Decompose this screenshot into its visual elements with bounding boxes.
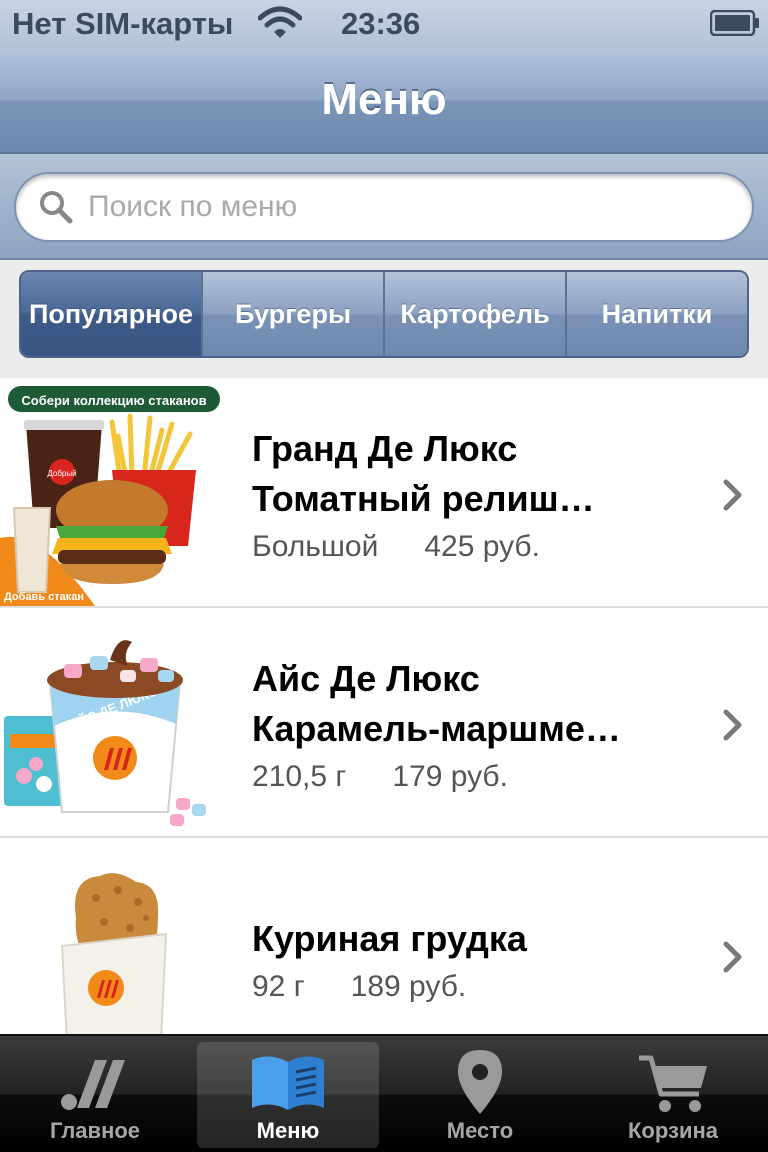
segment-drinks[interactable]: Напитки — [565, 272, 747, 356]
item-size: 210,5 г — [252, 760, 347, 793]
tab-cart[interactable]: Корзина — [582, 1042, 764, 1148]
cup-logo-text: Добрый — [47, 469, 76, 478]
promo-bottom-text: Добавь стакан — [4, 591, 84, 603]
battery-icon — [710, 10, 759, 36]
segment-fries[interactable]: Картофель — [383, 272, 565, 356]
search-bar — [0, 154, 768, 260]
segment-burgers[interactable]: Бургеры — [201, 272, 383, 356]
tab-menu[interactable]: Меню — [197, 1042, 379, 1148]
navigation-bar: Меню — [0, 48, 768, 154]
status-time: 23:36 — [341, 6, 421, 41]
menu-list: Собери коллекцию стаканов Добрый Добавь … — [0, 378, 768, 1068]
promo-top-text: Собери коллекцию стаканов — [21, 393, 206, 408]
search-input[interactable] — [88, 190, 708, 224]
status-bar: Нет SIM-карты 23:36 — [0, 0, 768, 48]
search-icon — [40, 191, 73, 224]
item-size: 92 г — [252, 970, 305, 1003]
wifi-icon — [258, 6, 302, 38]
item-name: Куриная грудка — [252, 918, 527, 959]
carrier-label: Нет SIM-карты — [12, 6, 234, 41]
chevron-right-icon — [723, 941, 742, 973]
combo-meal-image: Собери коллекцию стаканов Добрый Добавь … — [0, 386, 220, 606]
category-selector-area: Популярное Бургеры Картофель Напитки — [0, 260, 768, 378]
ice-cream-image: АЙС ДЕ ЛЮКС — [4, 640, 206, 826]
item-meta: Большой 425 руб. — [252, 530, 540, 564]
cart-icon — [639, 1055, 707, 1112]
item-name-line2: Карамель-маршме… — [252, 708, 621, 749]
location-pin-icon — [458, 1050, 502, 1114]
tab-cart-label: Корзина — [628, 1118, 718, 1143]
chevron-right-icon — [723, 479, 742, 511]
tab-home[interactable]: Главное — [4, 1042, 186, 1148]
item-price: 179 руб. — [392, 760, 508, 793]
chevron-right-icon — [723, 709, 742, 741]
menu-book-icon — [252, 1056, 324, 1110]
search-field[interactable] — [14, 172, 754, 242]
menu-item-grand-deluxe[interactable]: Собери коллекцию стаканов Добрый Добавь … — [0, 378, 768, 608]
category-segmented-control: Популярное Бургеры Картофель Напитки — [19, 270, 749, 358]
item-price: 425 руб. — [424, 530, 540, 563]
item-meta: 92 г 189 руб. — [252, 970, 466, 1004]
tab-menu-label: Меню — [256, 1118, 320, 1143]
item-size: Большой — [252, 530, 379, 563]
chicken-breast-image — [60, 873, 168, 1063]
segment-popular[interactable]: Популярное — [21, 272, 201, 356]
item-meta: 210,5 г 179 руб. — [252, 760, 508, 794]
item-name-line2: Томатный релиш… — [252, 478, 595, 519]
tab-location[interactable]: Место — [389, 1042, 571, 1148]
tab-bar: Главное Меню Место Корзина — [0, 1034, 768, 1152]
page-title: Меню — [321, 75, 447, 124]
item-name-line1: Гранд Де Люкс — [252, 428, 518, 469]
item-price: 189 руб. — [350, 970, 467, 1003]
tab-location-label: Место — [446, 1118, 514, 1143]
tab-home-label: Главное — [49, 1118, 141, 1143]
menu-item-ice-deluxe[interactable]: АЙС ДЕ ЛЮКС Айс Де Люкс Карамель-маршме…… — [0, 608, 768, 838]
brand-logo-icon — [61, 1060, 125, 1110]
item-name-line1: Айс Де Люкс — [252, 658, 480, 699]
